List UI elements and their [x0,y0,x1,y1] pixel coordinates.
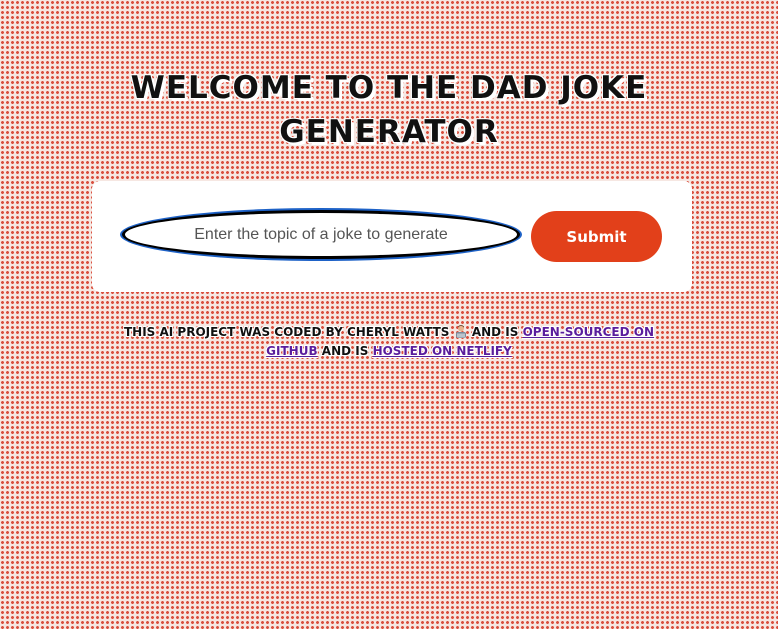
search-form-card: Submit [92,181,692,292]
page-title-line-2: GENERATOR [279,114,499,150]
netlify-link[interactable]: hosted on Netlify [373,344,512,358]
footer-credits: This AI project was coded by Cheryl Watt… [100,323,678,361]
credits-and-is-1: and is [471,325,519,339]
submit-button[interactable]: Submit [531,211,662,262]
technologist-icon [455,325,466,338]
page-title: WELCOME TO THE DAD JOKE GENERATOR [0,66,778,154]
page-title-line-1: WELCOME TO THE DAD JOKE [130,70,648,106]
credits-and-is-2: and is [321,344,369,358]
joke-topic-input[interactable] [122,210,520,259]
credits-text: This AI project was coded by Cheryl Watt… [123,325,450,339]
